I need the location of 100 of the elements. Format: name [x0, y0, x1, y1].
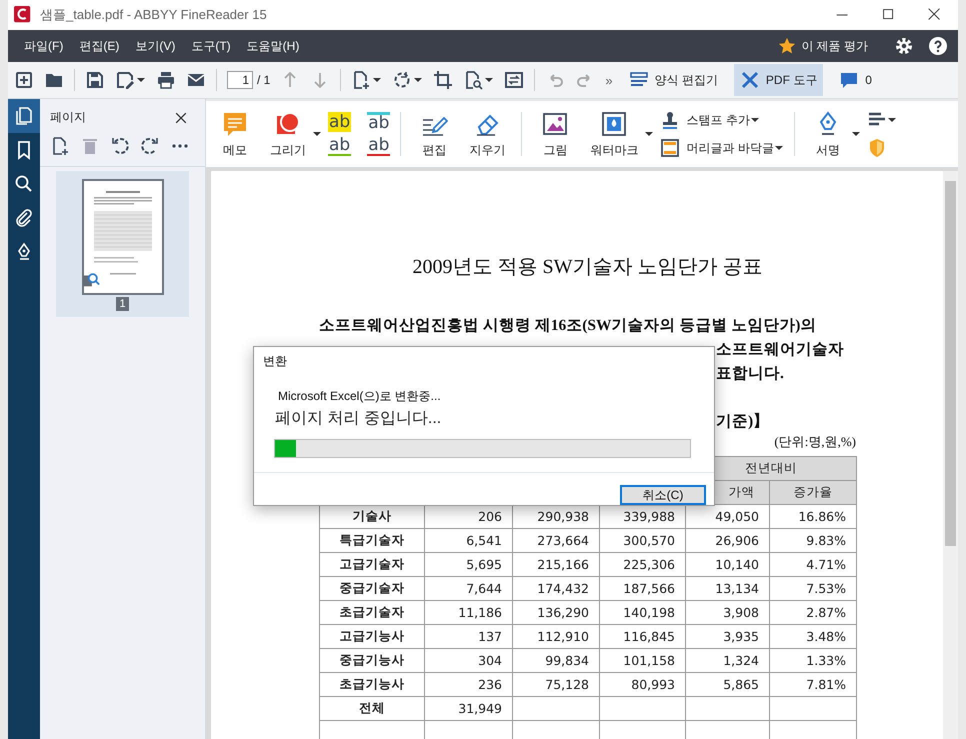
search-icon[interactable] — [14, 174, 34, 194]
table-cell: 중급기능사 — [320, 648, 424, 672]
help-icon[interactable] — [928, 36, 948, 56]
add-page-icon[interactable] — [50, 136, 70, 156]
table-cell: 전체 — [320, 696, 424, 720]
insert-tool-button[interactable]: 워터마크 — [584, 108, 644, 160]
table-cell: 5,865 — [686, 672, 770, 696]
table-cell: 225,306 — [600, 552, 686, 576]
table-cell: 137 — [424, 624, 512, 648]
rotate-right-icon[interactable] — [140, 136, 160, 156]
rotate-left-icon[interactable] — [110, 136, 130, 156]
table-cell: 26,906 — [686, 528, 770, 552]
app-logo-icon — [14, 6, 32, 24]
sidebar-tab[interactable] — [8, 99, 40, 133]
comment-icon — [839, 70, 860, 90]
text-markup-tool[interactable]: ab — [367, 112, 390, 132]
text-fragment: 표합니다. — [716, 364, 785, 384]
table-cell: 174,432 — [512, 576, 600, 600]
star-icon[interactable] — [778, 37, 796, 55]
table-cell: 80,993 — [600, 672, 686, 696]
caret-icon[interactable] — [312, 129, 322, 139]
rotate-icon[interactable] — [392, 70, 412, 90]
menu-item[interactable]: 보기(V) — [129, 34, 182, 58]
caret-icon[interactable] — [136, 75, 146, 85]
table-cell: 304 — [424, 648, 512, 672]
comments-button[interactable]: 0 — [833, 64, 878, 96]
cancel-button[interactable]: 취소(C) — [620, 485, 706, 505]
menu-item[interactable]: 도움말(H) — [240, 34, 306, 58]
zoom-icon[interactable] — [82, 271, 100, 289]
page-number-field[interactable]: 1 — [227, 71, 253, 89]
table-cell: 초급기술자 — [320, 600, 424, 624]
compare-icon[interactable] — [504, 70, 524, 90]
table-cell: 10,140 — [686, 552, 770, 576]
text-fragment: 소프트웨어기술자 — [716, 340, 845, 360]
table-cell: 3,908 — [686, 600, 770, 624]
table-cell: 13,134 — [686, 576, 770, 600]
stamp-button[interactable]: 스탬프 추가 — [660, 110, 750, 130]
annotation-tool-button[interactable]: 그리기 — [264, 108, 312, 160]
caret-icon[interactable] — [484, 75, 494, 85]
table-cell: 75,128 — [512, 672, 600, 696]
page-search-icon[interactable] — [463, 70, 484, 90]
annotation-tool-button[interactable]: 메모 — [212, 108, 258, 160]
form-editor-button[interactable]: 양식 편집기 — [622, 64, 724, 96]
window-title: 샘플_table.pdf - ABBYY FineReader 15 — [40, 6, 268, 24]
table-cell: 특급기술자 — [320, 528, 424, 552]
table-cell: 112,910 — [512, 624, 600, 648]
table-header: 증가율 — [770, 480, 856, 504]
caret-icon[interactable] — [413, 75, 424, 85]
caret-icon[interactable] — [372, 75, 382, 85]
paperclip-icon[interactable] — [14, 208, 34, 228]
table-cell: 초급기능사 — [320, 672, 424, 696]
header-footer-icon — [660, 138, 680, 158]
menu-item[interactable]: 파일(F) — [18, 34, 70, 58]
insert-tool-button[interactable]: 그림 — [532, 108, 578, 160]
table-cell: 7.81% — [770, 672, 856, 696]
table-cell: 116,845 — [600, 624, 686, 648]
add-document-icon[interactable] — [14, 70, 34, 90]
caret-icon[interactable] — [774, 143, 784, 153]
caret-icon[interactable] — [644, 129, 654, 139]
table-cell: 1,324 — [686, 648, 770, 672]
caret-icon[interactable] — [850, 129, 861, 139]
settings-icon[interactable] — [894, 36, 914, 56]
table-cell: 140,198 — [600, 600, 686, 624]
table-cell: 3,935 — [686, 624, 770, 648]
menu-item[interactable]: 편집(E) — [73, 34, 126, 58]
print-icon[interactable] — [156, 70, 176, 90]
pages-icon[interactable] — [14, 106, 34, 126]
table-cell: 7.53% — [770, 576, 856, 600]
table-cell: 3.48% — [770, 624, 856, 648]
table-cell: 7,644 — [424, 576, 512, 600]
table-cell: 11,186 — [424, 600, 512, 624]
edit-tool-button[interactable]: 편집 — [411, 108, 458, 160]
page-thumbnail[interactable]: 1 — [56, 171, 189, 317]
text-markup-tool[interactable]: ab — [328, 112, 352, 132]
new-page-icon[interactable] — [351, 70, 372, 90]
table-cell: 187,566 — [600, 576, 686, 600]
edit-tool-button[interactable]: 지우기 — [463, 108, 512, 160]
document-title: 2009년도 적용 SW기술자 노임단가 공표 — [412, 255, 764, 280]
header-footer-button[interactable]: 머리글과 바닥글 — [660, 138, 774, 158]
table-cell: 136,290 — [512, 600, 600, 624]
more-tools-button[interactable]: » — [605, 72, 613, 88]
table-cell: 273,664 — [512, 528, 600, 552]
menu-item[interactable]: 도구(T) — [185, 34, 237, 58]
scrollbar-thumb[interactable] — [945, 181, 956, 546]
text-markup-tool[interactable]: ab — [328, 136, 352, 156]
table-cell: 4.71% — [770, 552, 856, 576]
crop-icon[interactable] — [433, 70, 454, 90]
table-cell: 1.33% — [770, 648, 856, 672]
save-as-icon[interactable] — [115, 70, 135, 90]
caret-icon[interactable] — [886, 115, 897, 125]
table-cell: 215,166 — [512, 552, 600, 576]
rate-product-link[interactable]: 이 제품 평가 — [801, 38, 868, 54]
watermark-icon — [600, 110, 628, 138]
sign-button[interactable]: 서명 — [804, 108, 851, 160]
save-icon[interactable] — [85, 70, 105, 90]
text-markup-tool[interactable]: ab — [367, 136, 390, 156]
pdf-tools-button[interactable]: PDF 도구 — [734, 64, 824, 96]
table-cell: 9.83% — [770, 528, 856, 552]
panel-title: 페이지 — [50, 109, 86, 126]
caret-icon[interactable] — [750, 115, 760, 125]
